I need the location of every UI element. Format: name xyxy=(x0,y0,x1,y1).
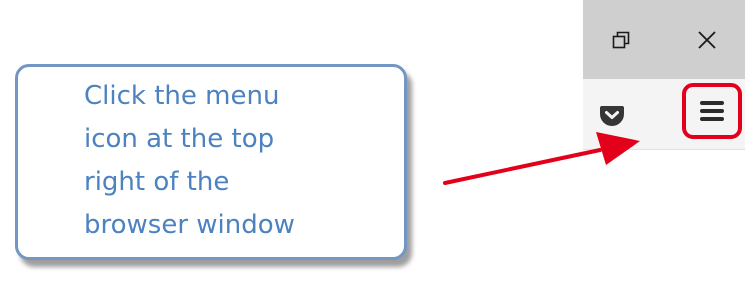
callout-text: Click the menu icon at the top right of th… xyxy=(84,75,394,247)
menu-button-highlight[interactable] xyxy=(682,83,742,139)
callout-line: icon at the top xyxy=(84,124,275,154)
close-window-button[interactable] xyxy=(687,20,727,60)
close-icon xyxy=(698,31,716,49)
restore-icon xyxy=(612,31,630,49)
arrow-shaft xyxy=(443,148,602,185)
instruction-callout: Click the menu icon at the top right of th… xyxy=(15,64,407,260)
browser-toolbar xyxy=(583,79,745,150)
callout-line: right of the xyxy=(84,167,230,197)
pocket-button[interactable] xyxy=(593,96,631,134)
hamburger-menu-icon xyxy=(700,101,724,121)
browser-title-bar xyxy=(583,0,745,79)
callout-line: browser window xyxy=(84,210,295,240)
pocket-icon xyxy=(600,106,624,126)
restore-window-button[interactable] xyxy=(601,20,641,60)
callout-line: Click the menu xyxy=(84,81,280,111)
